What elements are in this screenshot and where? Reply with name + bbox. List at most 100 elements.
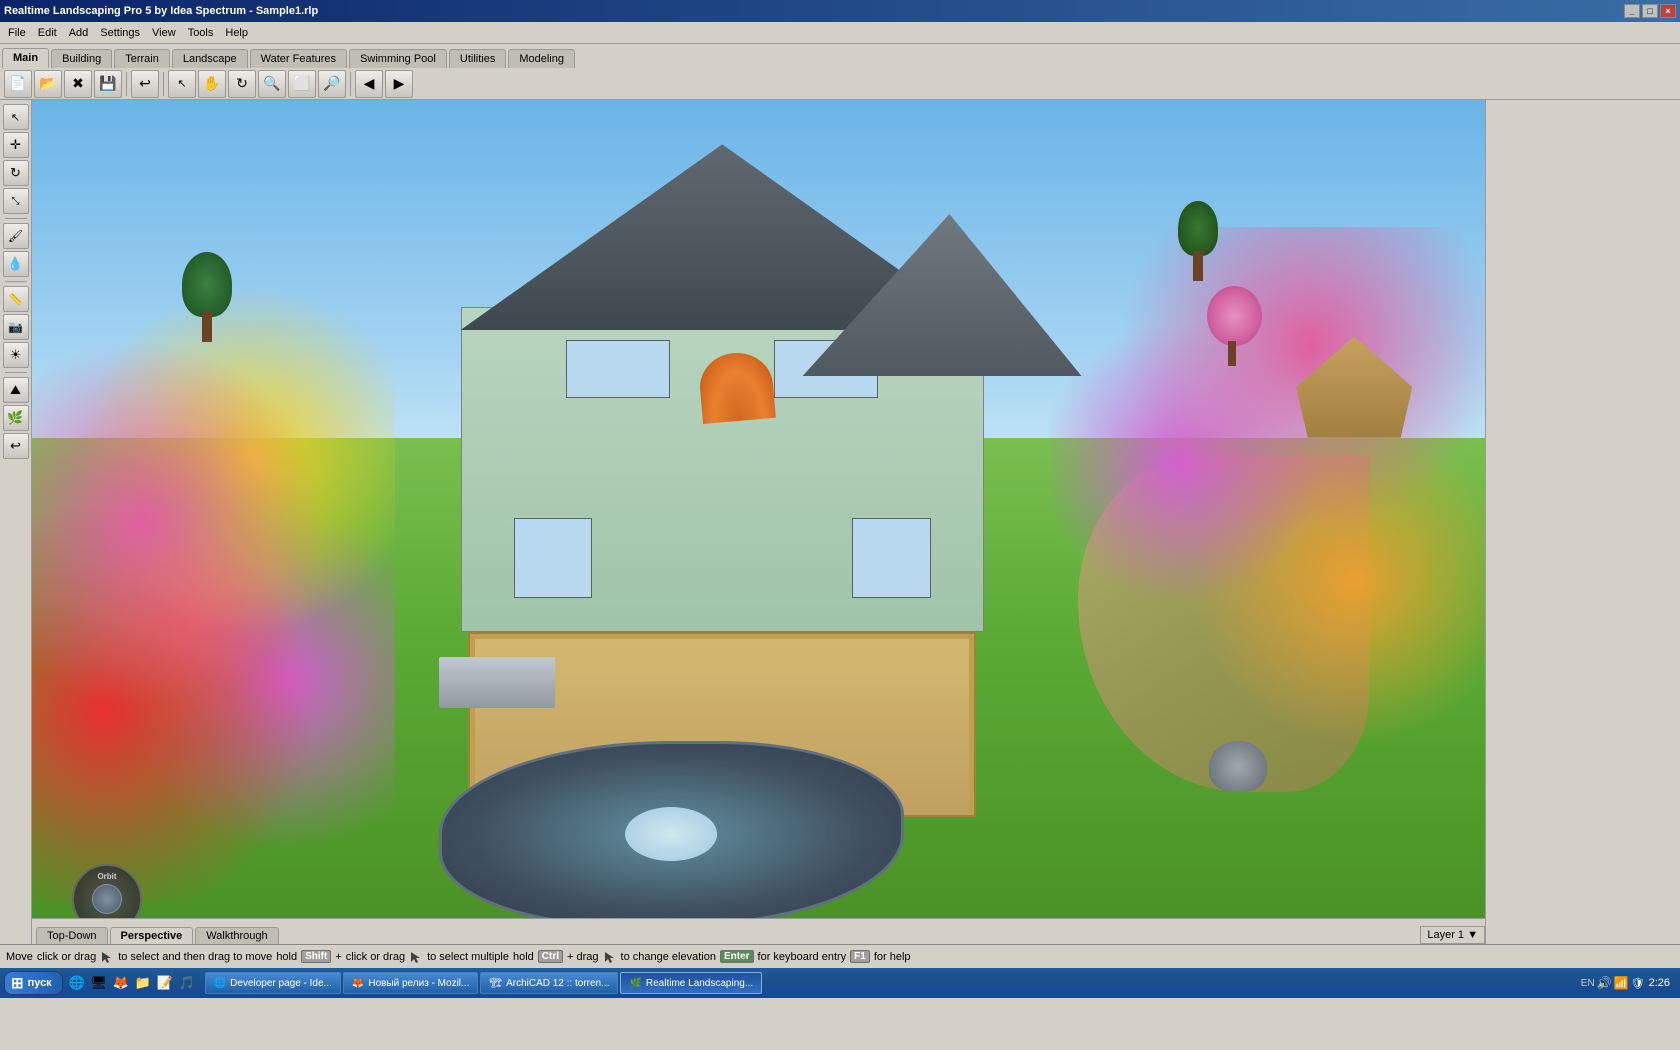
status-hold2: hold bbox=[513, 951, 534, 963]
new-button[interactable]: 📄 bbox=[4, 70, 32, 98]
status-move-label: Move bbox=[6, 951, 33, 963]
viewport[interactable]: Orbit Height Top-Down Perspective Walkth… bbox=[32, 100, 1485, 944]
zoom-fit-button[interactable]: ⬜ bbox=[288, 70, 316, 98]
cursor-icon bbox=[100, 950, 114, 964]
menu-help[interactable]: Help bbox=[219, 25, 254, 41]
menu-settings[interactable]: Settings bbox=[94, 25, 146, 41]
tree-back-left bbox=[177, 252, 237, 342]
rotate-tool-button[interactable]: ↻ bbox=[3, 160, 29, 186]
select-tool-button[interactable]: ↖ bbox=[3, 104, 29, 130]
toolbar-separator-1 bbox=[126, 72, 127, 96]
right-panel bbox=[1485, 100, 1680, 944]
tab-building[interactable]: Building bbox=[51, 49, 112, 68]
cursor-button[interactable]: ↖ bbox=[168, 70, 196, 98]
tray-icon-1[interactable]: 🔊 bbox=[1597, 976, 1612, 990]
eyedropper-tool-button[interactable]: 💧 bbox=[3, 251, 29, 277]
status-keyboard-label: for keyboard entry bbox=[758, 951, 847, 963]
layer-indicator[interactable]: Layer 1 ▼ bbox=[1420, 926, 1485, 944]
f1-key: F1 bbox=[850, 950, 870, 963]
pond-feature[interactable] bbox=[439, 741, 904, 927]
camera-tool-button[interactable]: 📷 bbox=[3, 314, 29, 340]
next-view-button[interactable]: ▶ bbox=[385, 70, 413, 98]
viewport-scene[interactable]: Orbit Height bbox=[32, 100, 1485, 944]
titlebar: Realtime Landscaping Pro 5 by Idea Spect… bbox=[0, 0, 1680, 22]
enter-key: Enter bbox=[720, 950, 754, 963]
sidebar-separator-2 bbox=[5, 281, 27, 282]
word-icon[interactable]: 📝 bbox=[155, 973, 175, 993]
menu-tools[interactable]: Tools bbox=[182, 25, 220, 41]
status-plus1: + bbox=[335, 951, 341, 963]
tree-back-right bbox=[1173, 201, 1223, 281]
tab-utilities[interactable]: Utilities bbox=[449, 49, 506, 68]
plant-tool-button[interactable]: 🌿 bbox=[3, 405, 29, 431]
taskbar: ⊞ пуск 🌐 🖥 🦊 📁 📝 🎵 🌐 Developer page - Id… bbox=[0, 968, 1680, 998]
show-desktop-icon[interactable]: 🖥 bbox=[89, 973, 109, 993]
statusbar: Move click or drag to select and then dr… bbox=[0, 944, 1680, 968]
scale-tool-button[interactable]: ⤡ bbox=[3, 188, 29, 214]
taskbar-app-2[interactable]: 🏗 ArchiCAD 12 :: torren... bbox=[480, 972, 618, 994]
tab-terrain[interactable]: Terrain bbox=[114, 49, 170, 68]
taskbar-apps: 🌐 Developer page - Ide... 🦊 Новый релиз … bbox=[201, 972, 1575, 994]
zoom-in-button[interactable]: 🔍 bbox=[258, 70, 286, 98]
sun-tool-button[interactable]: ☀ bbox=[3, 342, 29, 368]
tab-main[interactable]: Main bbox=[2, 48, 49, 68]
terrain-tool-button[interactable]: ⛰ bbox=[3, 377, 29, 403]
taskbar-app-1[interactable]: 🦊 Новый релиз - Mozil... bbox=[343, 972, 478, 994]
prev-view-button[interactable]: ◀ bbox=[355, 70, 383, 98]
maximize-button[interactable]: □ bbox=[1642, 4, 1658, 18]
undo-tool-button[interactable]: ↩ bbox=[3, 433, 29, 459]
titlebar-controls[interactable]: _ □ × bbox=[1624, 4, 1676, 18]
main-area: ↖ ✛ ↻ ⤡ 🖌 💧 📏 📷 ☀ ⛰ 🌿 ↩ bbox=[0, 100, 1680, 944]
menu-edit[interactable]: Edit bbox=[32, 25, 63, 41]
measure-tool-button[interactable]: 📏 bbox=[3, 286, 29, 312]
status-click-drag: click or drag bbox=[346, 951, 405, 963]
firefox-icon[interactable]: 🦊 bbox=[111, 973, 131, 993]
folder-icon[interactable]: 📁 bbox=[133, 973, 153, 993]
garden-bench bbox=[439, 657, 555, 708]
taskbar-quick-launch: 🌐 🖥 🦊 📁 📝 🎵 bbox=[63, 973, 201, 993]
toolbar-separator-2 bbox=[163, 72, 164, 96]
status-help-label: for help bbox=[874, 951, 911, 963]
bottom-tab-perspective[interactable]: Perspective bbox=[110, 927, 194, 944]
app-2-label: ArchiCAD 12 :: torren... bbox=[506, 978, 609, 989]
tabbar: Main Building Terrain Landscape Water Fe… bbox=[0, 44, 1680, 68]
tab-landscape[interactable]: Landscape bbox=[172, 49, 248, 68]
tab-swimming-pool[interactable]: Swimming Pool bbox=[349, 49, 447, 68]
taskbar-app-0[interactable]: 🌐 Developer page - Ide... bbox=[205, 972, 341, 994]
flowering-tree bbox=[1197, 286, 1267, 366]
zoom-out-button[interactable]: 🔎 bbox=[318, 70, 346, 98]
ctrl-key: Ctrl bbox=[538, 950, 563, 963]
menu-add[interactable]: Add bbox=[63, 25, 95, 41]
pan-button[interactable]: ✋ bbox=[198, 70, 226, 98]
layer-dropdown-icon[interactable]: ▼ bbox=[1467, 929, 1478, 941]
paint-tool-button[interactable]: 🖌 bbox=[3, 223, 29, 249]
menu-view[interactable]: View bbox=[146, 25, 182, 41]
ie-icon[interactable]: 🌐 bbox=[67, 973, 87, 993]
media-icon[interactable]: 🎵 bbox=[177, 973, 197, 993]
status-select-label: to select and then drag to move bbox=[118, 951, 272, 963]
tab-modeling[interactable]: Modeling bbox=[508, 49, 575, 68]
tab-water-features[interactable]: Water Features bbox=[250, 49, 347, 68]
rotate-view-button[interactable]: ↻ bbox=[228, 70, 256, 98]
orbit-label[interactable]: Orbit bbox=[92, 871, 122, 882]
move-tool-button[interactable]: ✛ bbox=[3, 132, 29, 158]
taskbar-app-3[interactable]: 🌿 Realtime Landscaping... bbox=[620, 972, 762, 994]
tray-icon-2[interactable]: 📶 bbox=[1614, 976, 1629, 990]
sidebar-separator-3 bbox=[5, 372, 27, 373]
water-bubbler bbox=[1209, 741, 1267, 792]
bottom-tab-walkthrough[interactable]: Walkthrough bbox=[195, 927, 278, 944]
undo-button[interactable]: ↩ bbox=[131, 70, 159, 98]
start-button[interactable]: ⊞ пуск bbox=[4, 971, 63, 995]
close-file-button[interactable]: ✖ bbox=[64, 70, 92, 98]
tray-icon-3[interactable]: 🛡 bbox=[1631, 977, 1645, 990]
bottom-tab-topdown[interactable]: Top-Down bbox=[36, 927, 108, 944]
save-button[interactable]: 💾 bbox=[94, 70, 122, 98]
open-button[interactable]: 📂 bbox=[34, 70, 62, 98]
menubar: File Edit Add Settings View Tools Help bbox=[0, 22, 1680, 44]
minimize-button[interactable]: _ bbox=[1624, 4, 1640, 18]
close-button[interactable]: × bbox=[1660, 4, 1676, 18]
flowers-left bbox=[32, 269, 395, 902]
menu-file[interactable]: File bbox=[2, 25, 32, 41]
toolbar: 📄 📂 ✖ 💾 ↩ ↖ ✋ ↻ 🔍 ⬜ 🔎 ◀ ▶ bbox=[0, 68, 1680, 100]
app-title: Realtime Landscaping Pro 5 by Idea Spect… bbox=[4, 5, 318, 17]
